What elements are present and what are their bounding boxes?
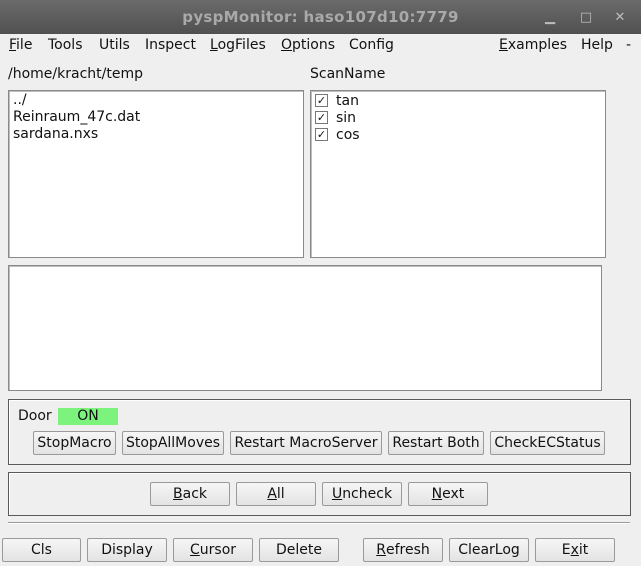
maximize-icon[interactable]: □ <box>575 0 597 34</box>
list-item[interactable]: Reinraum_47c.dat <box>13 109 140 126</box>
list-item[interactable]: ../ <box>13 92 27 109</box>
menu-logfiles[interactable]: LogFiles <box>210 37 266 53</box>
menu-inspect[interactable]: Inspect <box>145 37 196 53</box>
display-button[interactable]: Display <box>87 538 167 562</box>
back-button[interactable]: Back <box>150 482 230 506</box>
stop-macro-button[interactable]: StopMacro <box>33 431 116 455</box>
menu-utils[interactable]: Utils <box>99 37 130 53</box>
navigation-frame <box>8 472 631 516</box>
file-list[interactable]: ../ Reinraum_47c.dat sardana.nxs <box>8 90 304 258</box>
scan-name-header: ScanName <box>310 66 386 82</box>
exit-button[interactable]: Ex it <box>535 538 615 562</box>
refresh-button[interactable]: Refresh <box>363 538 443 562</box>
scan-checkbox[interactable]: ✓ <box>315 111 328 124</box>
menu-file[interactable]: File <box>9 37 32 53</box>
delete-button[interactable]: Delete <box>259 538 339 562</box>
uncheck-button[interactable]: Uncheck <box>322 482 402 506</box>
scan-name: tan <box>336 92 359 109</box>
scan-item-cos[interactable]: ✓ cos <box>315 126 360 143</box>
menu-tearoff[interactable]: - <box>626 37 631 53</box>
cursor-button[interactable]: Cursor <box>173 538 253 562</box>
log-area[interactable] <box>8 265 602 391</box>
clearlog-button[interactable]: ClearLog <box>449 538 529 562</box>
close-icon[interactable]: ✕ <box>609 0 631 34</box>
stop-all-moves-button[interactable]: StopAllMoves <box>122 431 224 455</box>
scan-list[interactable]: ✓ tan ✓ sin ✓ cos <box>310 90 606 258</box>
scan-checkbox[interactable]: ✓ <box>315 94 328 107</box>
scan-name: cos <box>336 126 360 143</box>
next-button[interactable]: Next <box>408 482 488 506</box>
menu-examples[interactable]: Examples <box>499 37 567 53</box>
menu-options[interactable]: Options <box>281 37 335 53</box>
directory-path-label: /home/kracht/temp <box>8 66 143 82</box>
minimize-icon[interactable]: ▁ <box>539 0 561 34</box>
scan-item-tan[interactable]: ✓ tan <box>315 92 359 109</box>
door-status-indicator: ON <box>58 408 118 425</box>
door-label: Door <box>18 408 52 424</box>
menu-tools[interactable]: Tools <box>48 37 83 53</box>
cls-button[interactable]: Cls <box>2 538 81 562</box>
menu-config[interactable]: Config <box>349 37 394 53</box>
scan-item-sin[interactable]: ✓ sin <box>315 109 356 126</box>
window-title: pyspMonitor: haso107d10:7779 <box>182 8 459 26</box>
separator <box>8 522 630 524</box>
all-button[interactable]: All <box>236 482 316 506</box>
check-ec-status-button[interactable]: CheckECStatus <box>490 431 605 455</box>
restart-both-button[interactable]: Restart Both <box>388 431 484 455</box>
restart-macroserver-button[interactable]: Restart MacroServer <box>230 431 382 455</box>
menu-bar: File Tools Utils Inspect LogFiles Option… <box>0 34 641 57</box>
scan-name: sin <box>336 109 357 126</box>
scan-checkbox[interactable]: ✓ <box>315 128 328 141</box>
list-item[interactable]: sardana.nxs <box>13 126 98 143</box>
menu-help[interactable]: Help <box>581 37 613 53</box>
